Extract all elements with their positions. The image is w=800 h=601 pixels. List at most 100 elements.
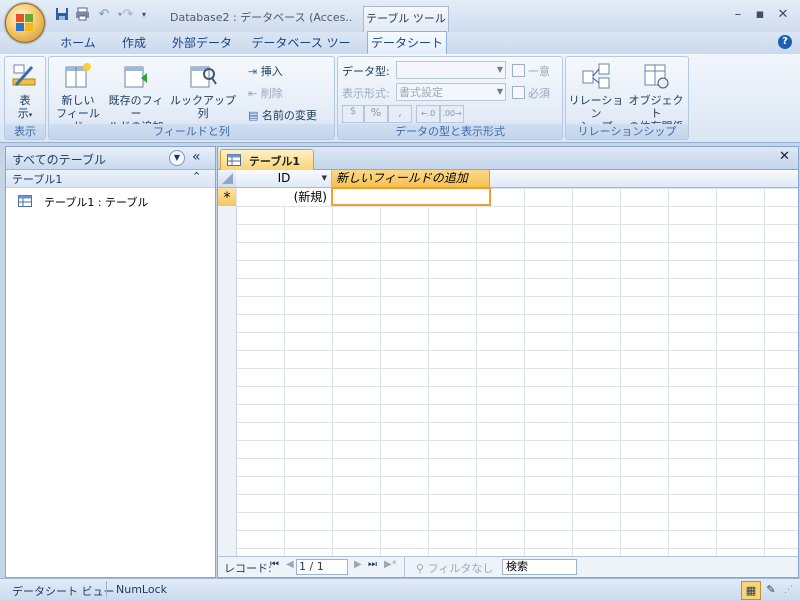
relationships-group: リレーション シップ オブジェクト の依存関係 リレーションシップ [565, 56, 689, 140]
document-tab-table1[interactable]: テーブル1 [220, 149, 314, 170]
datasheet-view-icon[interactable]: ▦ [741, 581, 761, 600]
datatype-formatting-group-label: データの型と表示形式 [338, 124, 562, 139]
print-icon[interactable] [74, 7, 90, 23]
relationships-button[interactable]: リレーション シップ [568, 61, 624, 133]
close-button[interactable]: ✕ [773, 6, 793, 24]
tab-create[interactable]: 作成 [110, 32, 158, 54]
search-input[interactable]: 検索 [502, 559, 577, 575]
decrease-decimals-icon[interactable]: .00→ [440, 105, 464, 123]
rename-column-button[interactable]: ▤ 名前の変更 [248, 107, 317, 123]
nav-item-table1[interactable]: テーブル1 : テーブル [16, 193, 206, 211]
format-combo[interactable]: 書式設定 ▼ [396, 83, 506, 101]
last-record-icon[interactable]: ⏭ [368, 559, 377, 570]
navigation-pane: すべてのテーブル ▼ « テーブル1 ⌃ テーブル1 : テーブル [5, 146, 216, 578]
nav-menu-chevron-icon[interactable]: ▼ [169, 150, 185, 166]
tab-home[interactable]: ホーム [52, 32, 104, 54]
document-tab-label: テーブル1 [249, 155, 300, 168]
new-row-id-cell[interactable]: (新規) [237, 188, 331, 206]
shutter-bar-close-icon[interactable]: « [192, 149, 201, 165]
format-value: 書式設定 [399, 86, 443, 99]
add-existing-fields-button[interactable]: 既存のフィー ルドの追加 [105, 61, 167, 133]
status-divider [106, 581, 107, 597]
filter-label: フィルタなし [427, 562, 494, 575]
qat-customize-icon[interactable]: ▾ [136, 7, 152, 23]
required-checkbox[interactable] [512, 86, 525, 99]
first-record-icon[interactable]: ⏮ [270, 559, 279, 570]
percent-button[interactable]: % [364, 105, 388, 123]
datatype-formatting-group: データ型: ▼ 一意 表示形式: 書式設定 ▼ 必須 $ % , ←.0 .00… [337, 56, 563, 140]
office-button[interactable] [5, 3, 45, 43]
ribbon-tab-bar: ホーム 作成 外部データ データベース ツール データシート ? [0, 31, 800, 72]
record-label: レコード: [224, 562, 272, 575]
delete-column-icon: ⇤ [248, 87, 258, 100]
collapse-group-icon[interactable]: ⌃ [192, 170, 201, 183]
new-field-icon [65, 63, 91, 88]
active-cell[interactable] [331, 187, 491, 206]
save-icon[interactable] [54, 7, 70, 23]
view-button[interactable]: 表 示▾ [7, 61, 43, 122]
lookup-column-label: ルックアップ列 [170, 94, 236, 120]
filter-icon: ⚲ [416, 562, 425, 575]
relationships-icon [582, 63, 610, 89]
unique-checkbox[interactable] [512, 64, 525, 77]
table-icon [18, 195, 32, 207]
select-all-corner[interactable] [218, 170, 236, 187]
column-header-add-field[interactable]: 新しいフィールドの追加 [332, 170, 490, 187]
redo-icon[interactable]: ↷ [120, 7, 136, 23]
chevron-down-icon: ▼ [496, 87, 503, 96]
delete-column-label: 削除 [260, 87, 283, 100]
nav-item-label: テーブル1 : テーブル [44, 196, 149, 209]
view-button-label-1: 表 [19, 94, 31, 107]
resize-grip-icon[interactable]: ⋰ [784, 585, 793, 595]
insert-column-label: 挿入 [260, 65, 283, 78]
delete-column-button[interactable]: ⇤ 削除 [248, 85, 283, 101]
new-field-label-1: 新しい [61, 94, 95, 107]
design-view-icon [12, 64, 36, 86]
status-view-label: データシート ビュー [12, 585, 115, 598]
nav-pane-header[interactable]: すべてのテーブル ▼ « [6, 147, 215, 170]
nav-group-header[interactable]: テーブル1 ⌃ [6, 170, 215, 188]
current-record-input[interactable]: 1 / 1 [296, 559, 348, 575]
datasheet-grid[interactable]: ID ▼ 新しいフィールドの追加 * (新規) [218, 170, 798, 556]
undo-icon[interactable]: ↶ [96, 7, 112, 23]
select-all-triangle-icon [222, 173, 233, 184]
context-tab-title: テーブル ツール [363, 6, 449, 33]
view-dropdown-icon: ▾ [28, 111, 33, 119]
document-area: テーブル1 ✕ ID ▼ 新しいフィールドの追加 * (新規) レコード: ⏮ … [217, 146, 799, 578]
ribbon: 表 示▾ 表示 新しい フィールド 既存のフィー ルドの追加 [0, 54, 800, 143]
help-icon[interactable]: ? [778, 35, 792, 49]
insert-column-button[interactable]: ⇥ 挿入 [248, 63, 283, 79]
minimize-button[interactable]: – [728, 6, 748, 24]
lookup-column-button[interactable]: ルックアップ列 [169, 61, 237, 120]
table-icon [227, 154, 241, 166]
maximize-button[interactable]: ▪ [750, 6, 770, 24]
record-navigation-bar: レコード: ⏮ ◀ 1 / 1 ▶ ⏭ ▶* ⚲ フィルタなし 検索 [218, 556, 798, 577]
new-row-selector[interactable]: * [218, 188, 236, 206]
tab-database-tools[interactable]: データベース ツール [246, 32, 356, 72]
relationships-group-label: リレーションシップ [566, 124, 688, 139]
fields-columns-group-label: フィールドと列 [49, 124, 334, 139]
view-button-label-2: 示▾ [17, 107, 33, 120]
next-record-icon[interactable]: ▶ [354, 559, 362, 570]
new-record-icon[interactable]: ▶* [384, 559, 397, 570]
previous-record-icon[interactable]: ◀ [286, 559, 294, 570]
new-field-button[interactable]: 新しい フィールド [53, 61, 103, 133]
datatype-combo[interactable]: ▼ [396, 61, 506, 79]
tab-external-data[interactable]: 外部データ [166, 32, 238, 54]
nav-group-title: テーブル1 [12, 173, 63, 186]
rename-column-icon: ▤ [248, 109, 259, 122]
add-existing-fields-icon [124, 66, 147, 88]
object-dependencies-button[interactable]: オブジェクト の依存関係 [626, 61, 686, 133]
design-view-icon[interactable]: ✎ [762, 581, 780, 598]
increase-decimals-icon[interactable]: ←.0 [416, 105, 440, 123]
filter-indicator[interactable]: ⚲ フィルタなし [416, 560, 493, 576]
column-header-id-label: ID [277, 171, 291, 185]
column-filter-arrow-icon[interactable]: ▼ [322, 170, 327, 187]
column-header-id[interactable]: ID ▼ [237, 170, 332, 187]
tab-datasheet[interactable]: データシート [367, 31, 447, 54]
close-document-icon[interactable]: ✕ [779, 149, 790, 164]
currency-icon[interactable]: $ [342, 105, 364, 123]
comma-button[interactable]: , [388, 105, 412, 123]
window-title: Database2 : データベース (Acces... [170, 11, 352, 24]
lookup-column-icon [190, 66, 217, 88]
